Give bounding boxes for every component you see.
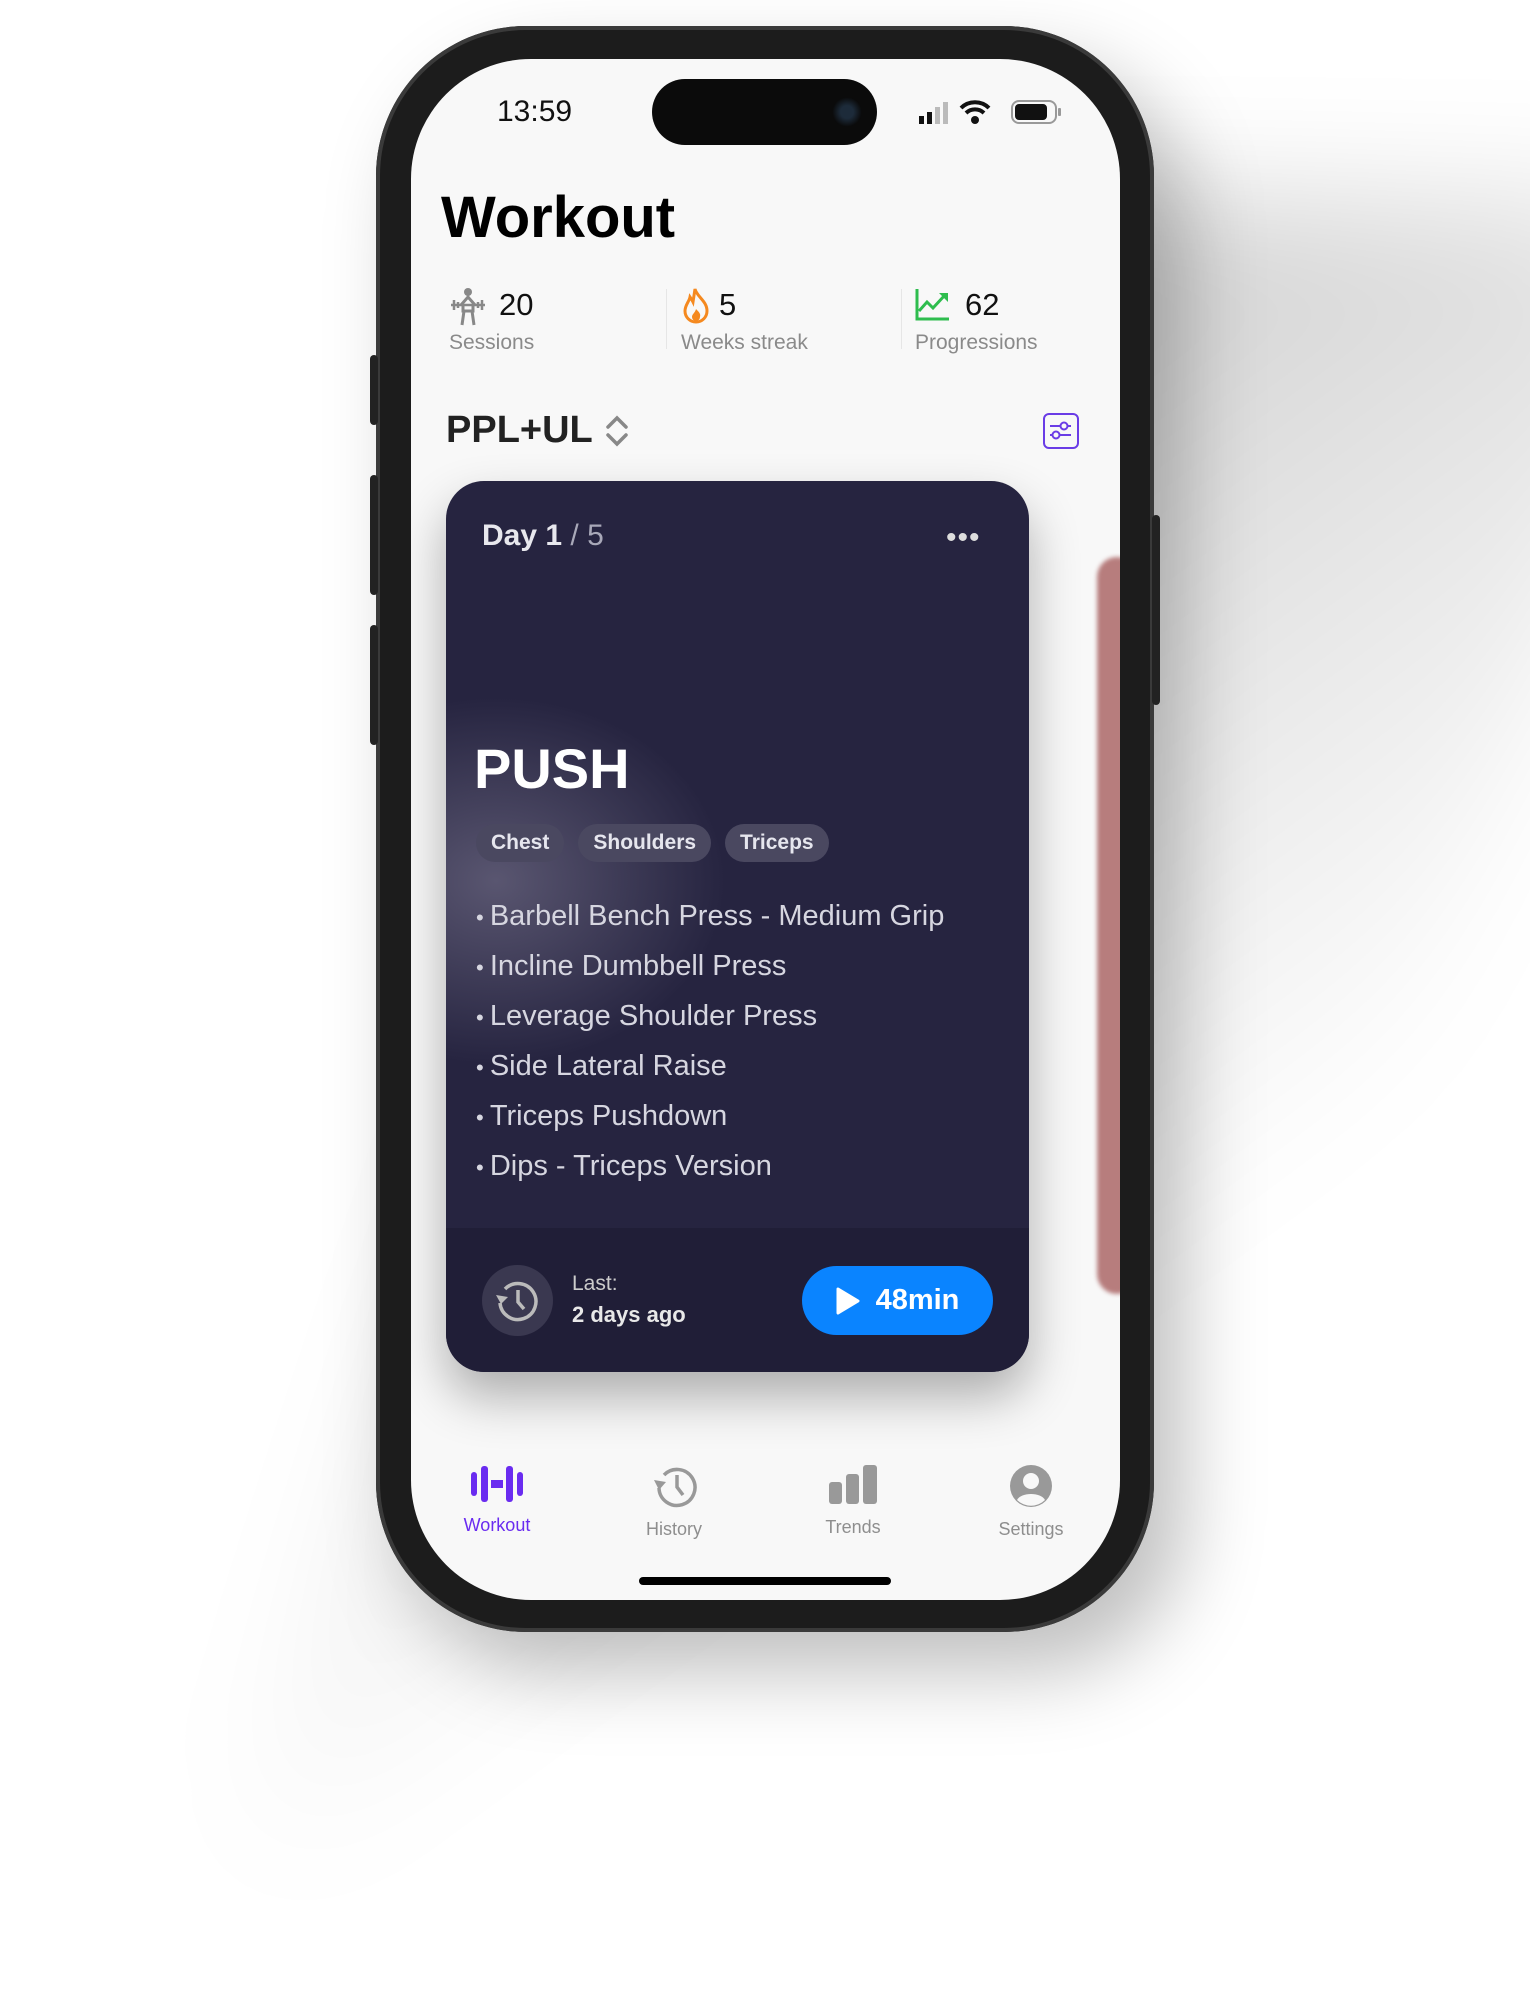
camera-icon: [832, 97, 862, 127]
stat-label: Sessions: [449, 331, 535, 354]
play-icon: [836, 1287, 860, 1314]
dumbbell-icon: [471, 1466, 523, 1502]
flame-icon: [683, 288, 709, 324]
user-circle-icon: [1010, 1465, 1052, 1507]
exercise-item: Barbell Bench Press - Medium Grip: [476, 891, 945, 941]
day-total: / 5: [570, 519, 604, 552]
battery-icon: [1011, 100, 1061, 124]
tag-chip: Triceps: [725, 824, 829, 862]
wifi-icon: [959, 100, 991, 124]
power-button: [1152, 515, 1160, 705]
divider: [901, 289, 902, 349]
weightlifter-icon: [451, 288, 485, 326]
divider: [666, 289, 667, 349]
tag-chip: Chest: [476, 824, 565, 862]
stat-label: Progressions: [915, 331, 1038, 354]
day-indicator: Day 1 / 5: [482, 519, 604, 553]
exercise-list: Barbell Bench Press - Medium Grip Inclin…: [476, 891, 945, 1191]
exercise-item: Leverage Shoulder Press: [476, 991, 944, 1041]
dynamic-island: [652, 79, 877, 145]
page-title: Workout: [441, 185, 676, 250]
stat-value: 62: [965, 287, 1000, 322]
exercise-item: Triceps Pushdown: [476, 1091, 944, 1141]
last-value: 2 days ago: [572, 1302, 686, 1327]
history-icon: [496, 1281, 538, 1322]
home-indicator[interactable]: [639, 1577, 891, 1585]
volume-down-button: [370, 625, 378, 745]
stat-value: 5: [719, 287, 737, 322]
exercise-item: Side Lateral Raise: [476, 1041, 944, 1091]
tab-trends[interactable]: Trends: [783, 1464, 923, 1538]
tab-label: Workout: [463, 1515, 531, 1535]
signal-icon: [919, 102, 948, 124]
start-label: 48min: [875, 1284, 960, 1316]
app-screen: 13:59 Workout 20 Sessions 5 Weeks streak…: [411, 59, 1120, 1600]
tab-settings[interactable]: Settings: [961, 1464, 1101, 1540]
more-options-button[interactable]: •••: [946, 521, 981, 555]
program-selector[interactable]: PPL+UL: [446, 409, 629, 452]
tab-workout[interactable]: Workout: [427, 1464, 567, 1536]
workout-title: PUSH: [474, 737, 630, 800]
start-workout-button[interactable]: 48min: [802, 1266, 993, 1335]
exercise-item: Incline Dumbbell Press: [476, 941, 944, 991]
sliders-icon: [1050, 421, 1071, 440]
action-button: [370, 355, 378, 425]
tab-label: Trends: [825, 1517, 881, 1537]
filter-settings-button[interactable]: [1043, 413, 1079, 449]
exercise-item: Dips - Triceps Version: [476, 1141, 944, 1191]
tab-label: Settings: [998, 1519, 1064, 1539]
day-label: Day 1: [482, 519, 563, 552]
next-workout-card[interactable]: [1097, 557, 1120, 1294]
trend-up-icon: [915, 289, 949, 321]
chevron-up-down-icon: [606, 415, 628, 446]
tab-history[interactable]: History: [604, 1464, 744, 1540]
history-icon: [654, 1467, 697, 1508]
history-button[interactable]: [482, 1265, 553, 1336]
tag-chip: Shoulders: [578, 824, 712, 862]
workout-card[interactable]: Day 1 / 5 ••• PUSH Chest Shoulders Trice…: [446, 481, 1029, 1372]
bar-chart-icon: [829, 1465, 877, 1504]
last-label: Last:: [572, 1272, 618, 1295]
program-name: PPL+UL: [446, 409, 593, 451]
stat-label: Weeks streak: [681, 331, 808, 354]
muscle-tags: Chest Shoulders Triceps: [476, 824, 829, 862]
volume-up-button: [370, 475, 378, 595]
stat-value: 20: [499, 287, 534, 322]
status-time: 13:59: [497, 95, 573, 128]
tab-label: History: [645, 1519, 702, 1539]
card-footer: Last: 2 days ago 48min: [446, 1228, 1029, 1372]
